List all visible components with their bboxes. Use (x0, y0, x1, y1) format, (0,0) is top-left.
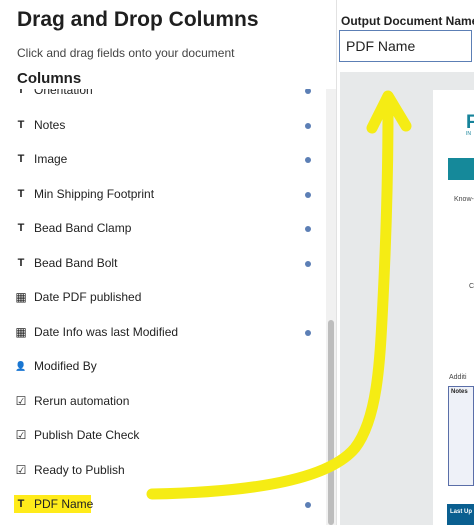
document-notes-field[interactable] (448, 386, 474, 486)
document-last-updated-label: Last Up (450, 509, 473, 515)
panel-subtitle: Click and drag fields onto your document (17, 46, 235, 60)
text-icon: T (17, 153, 25, 165)
text-icon: T (17, 118, 25, 131)
text-icon: T (17, 222, 25, 234)
field-status-dot (305, 226, 311, 232)
text-icon: T (17, 498, 25, 510)
field-label: Min Shipping Footprint (34, 186, 155, 201)
field-item-modified-by[interactable]: 👤 Modified By (0, 355, 326, 379)
field-item-min-shipping-footprint[interactable]: T Min Shipping Footprint (0, 183, 326, 207)
checkbox-icon: ☑ (15, 428, 27, 442)
field-status-dot (305, 157, 311, 163)
field-list: T Orientation T Notes T Image T Min Shipping Fo… (0, 89, 326, 525)
field-label: Rerun automation (34, 393, 130, 408)
field-item-pdf-name[interactable]: T PDF Name (0, 493, 326, 517)
field-item-publish-date-check[interactable]: ☑ Publish Date Check (0, 424, 326, 448)
field-label: Image (34, 152, 68, 166)
field-status-dot (305, 122, 311, 129)
field-label: PDF Name (34, 497, 94, 511)
field-item-bead-band-bolt[interactable]: T Bead Band Bolt (0, 252, 326, 276)
field-label: Publish Date Check (34, 428, 140, 442)
text-icon: T (17, 187, 25, 200)
panel-title: Drag and Drop Columns (17, 8, 259, 31)
field-status-dot (305, 89, 311, 94)
text-icon: T (17, 89, 25, 96)
field-label: Modified By (34, 359, 97, 373)
checkbox-icon: ☑ (15, 393, 27, 408)
field-label: Bead Band Bolt (34, 255, 118, 270)
calendar-icon: ▦ (15, 290, 27, 304)
field-status-dot (305, 502, 311, 508)
document-notes-label: Notes (451, 389, 468, 395)
field-label: Date PDF published (34, 290, 142, 304)
output-document-name-label: Output Document Name (341, 14, 474, 28)
field-label: Orientation (34, 89, 93, 97)
checkbox-icon: ☑ (15, 462, 27, 477)
field-item-image[interactable]: T Image (0, 148, 326, 172)
document-header-bar (448, 158, 474, 180)
field-item-date-info-was-last-modified[interactable]: ▦ Date Info was last Modified (0, 321, 326, 345)
field-status-dot (305, 260, 311, 267)
document-text-additional: Additi (449, 374, 467, 381)
output-document-name-input[interactable] (339, 30, 472, 62)
field-label: Ready to Publish (34, 462, 125, 477)
field-item-bead-band-clamp[interactable]: T Bead Band Clamp (0, 217, 326, 241)
calendar-icon: ▦ (15, 324, 27, 339)
document-text-know: Know- (454, 196, 474, 203)
field-label: Notes (34, 117, 66, 132)
field-label: Date Info was last Modified (34, 324, 179, 339)
document-text-c: C (469, 283, 474, 290)
text-icon: T (17, 256, 25, 269)
field-status-dot (305, 329, 311, 336)
field-label: Bead Band Clamp (34, 221, 132, 235)
document-logo-subtext: IN (466, 131, 471, 137)
field-item-date-pdf-published[interactable]: ▦ Date PDF published (0, 286, 326, 310)
columns-heading: Columns (17, 70, 82, 87)
field-item-ready-to-publish[interactable]: ☑ Ready to Publish (0, 459, 326, 483)
field-item-rerun-automation[interactable]: ☑ Rerun automation (0, 390, 326, 414)
field-status-dot (305, 191, 311, 198)
scrollbar-thumb[interactable] (328, 320, 334, 525)
person-icon: 👤 (15, 361, 27, 371)
field-item-notes[interactable]: T Notes (0, 114, 326, 138)
field-item-orientation[interactable]: T Orientation (0, 89, 326, 103)
